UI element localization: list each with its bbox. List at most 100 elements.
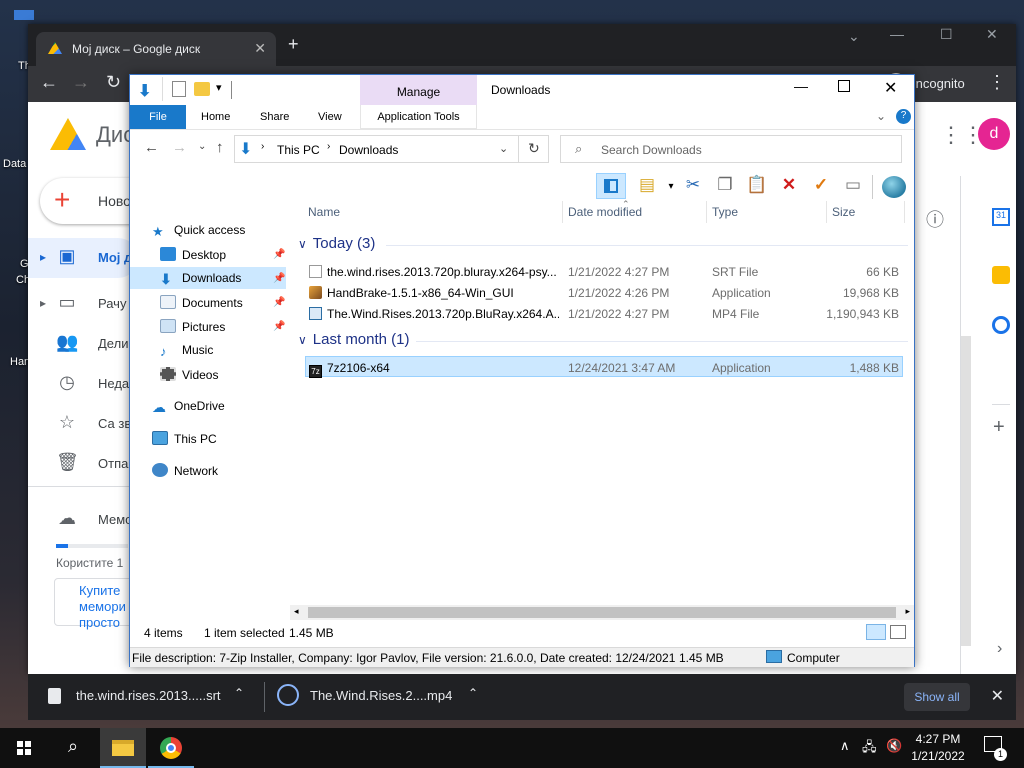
pin-icon[interactable]: 📌 — [273, 273, 285, 284]
nav-trash[interactable]: 🗑 Отпа — [28, 446, 138, 482]
nav-network[interactable]: Network — [152, 459, 218, 481]
column-header-name[interactable]: Name — [308, 201, 340, 223]
tray-chevron-icon[interactable]: ∧ — [840, 738, 850, 754]
close-downloads-bar-icon[interactable]: ✕ — [991, 686, 1004, 706]
calendar-icon[interactable]: 31 — [992, 208, 1010, 226]
tab-close-icon[interactable]: ✕ — [254, 40, 266, 57]
ribbon-expand-icon[interactable]: ⌄ — [876, 109, 886, 123]
breadcrumb-this-pc[interactable]: This PC — [277, 143, 320, 157]
nav-up-icon[interactable]: ↑ — [216, 139, 224, 156]
show-all-button[interactable]: Show all — [904, 683, 970, 711]
keep-icon[interactable] — [992, 266, 1010, 284]
nav-shared[interactable]: 👥 Дели — [28, 326, 138, 362]
paste-icon[interactable]: 📋 — [744, 175, 770, 199]
recent-locations-icon[interactable]: ⌄ — [198, 141, 206, 152]
download-item-mp4[interactable]: The.Wind.Rises.2....mp4 ⌃ — [265, 674, 501, 720]
search-input[interactable]: ⌕ Search Downloads — [560, 135, 902, 163]
refresh-icon[interactable]: ↻ — [528, 140, 540, 157]
preview-pane-button[interactable] — [596, 173, 626, 199]
nav-documents[interactable]: Documents — [160, 291, 243, 313]
start-button[interactable] — [0, 728, 46, 768]
tab-search-icon[interactable]: ⌄ — [848, 28, 860, 45]
nav-music[interactable]: ♪ Music — [160, 339, 213, 361]
pin-icon[interactable]: 📌 — [273, 249, 285, 260]
cut-icon[interactable]: ✂ — [680, 175, 706, 199]
ribbon-tab-view[interactable]: View — [318, 105, 342, 129]
nav-videos[interactable]: Videos — [160, 363, 218, 385]
taskbar-chrome[interactable] — [148, 728, 194, 768]
details-view-icon[interactable] — [866, 624, 886, 640]
ribbon-tab-share[interactable]: Share — [260, 105, 289, 129]
new-tab-button[interactable]: + — [288, 34, 299, 55]
rename-icon[interactable]: ▭ — [840, 175, 866, 199]
desktop-folder-icon[interactable] — [14, 10, 34, 20]
nav-storage[interactable]: ☁ Мемо — [28, 502, 138, 538]
back-icon[interactable]: ← — [40, 72, 58, 93]
qat-dropdown-icon[interactable]: ▾ — [216, 81, 222, 94]
ribbon-tab-file[interactable]: File — [130, 105, 186, 129]
explorer-close-icon[interactable]: ✕ — [884, 78, 897, 98]
pin-icon[interactable]: 📌 — [273, 321, 285, 332]
maximize-icon[interactable]: ☐ — [940, 26, 953, 43]
scrollbar-thumb[interactable] — [308, 607, 896, 618]
column-separator[interactable] — [706, 201, 707, 223]
explorer-minimize-icon[interactable]: — — [794, 78, 808, 94]
avatar[interactable]: d — [978, 118, 1010, 150]
minimize-icon[interactable]: — — [890, 26, 904, 42]
nav-desktop[interactable]: Desktop — [160, 243, 226, 265]
download-item-srt[interactable]: the.wind.rises.2013.....srt ⌃ — [28, 674, 264, 720]
pin-icon[interactable]: 📌 — [273, 297, 285, 308]
file-row[interactable]: The.Wind.Rises.2013.720p.BluRay.x264.A..… — [305, 303, 903, 324]
taskbar-file-explorer[interactable] — [100, 728, 146, 768]
forward-icon[interactable]: → — [72, 72, 90, 93]
delete-icon[interactable]: ✕ — [776, 175, 802, 199]
file-row-selected[interactable]: 7z 7z2106-x64 12/24/2021 3:47 AM Applicat… — [305, 356, 903, 378]
copy-icon[interactable]: ❐ — [712, 175, 738, 199]
search-icon[interactable]: ⌕ — [50, 728, 96, 768]
info-icon[interactable]: ⓘ — [926, 206, 944, 232]
column-header-size[interactable]: Size — [832, 201, 855, 223]
large-icons-view-icon[interactable] — [890, 625, 906, 639]
group-header-last-month[interactable]: ∨ Last month (1) — [298, 331, 410, 348]
page-scrollbar[interactable] — [961, 336, 971, 646]
buy-storage-button[interactable]: Купите мемори просто — [54, 578, 134, 630]
nav-back-icon[interactable]: ← — [144, 139, 159, 156]
scroll-left-icon[interactable]: ◂ — [294, 606, 299, 617]
checkmark-icon[interactable]: ✓ — [808, 175, 834, 199]
chrome-menu-icon[interactable]: ⋮ — [988, 72, 1006, 93]
nav-this-pc[interactable]: This PC — [152, 427, 217, 449]
column-header-date[interactable]: Date modified — [568, 201, 642, 223]
address-dropdown-icon[interactable]: ⌄ — [499, 142, 508, 155]
breadcrumb-downloads[interactable]: Downloads — [339, 143, 398, 157]
quick-access-download-icon[interactable]: ⬇ — [138, 81, 151, 101]
horizontal-scrollbar[interactable]: ◂ ▸ — [290, 605, 914, 620]
properties-icon[interactable] — [172, 81, 186, 97]
nav-my-drive[interactable]: ▸ ▣ Мој д — [28, 238, 138, 278]
volume-muted-icon[interactable]: 🔇 — [886, 738, 902, 754]
nav-downloads[interactable]: ⬇ Downloads — [130, 267, 286, 289]
ribbon-tab-home[interactable]: Home — [201, 105, 230, 129]
file-row[interactable]: the.wind.rises.2013.720p.bluray.x264-psy… — [305, 261, 903, 282]
explorer-maximize-icon[interactable] — [838, 80, 850, 92]
nav-computers[interactable]: ▸ ▭ Рачу — [28, 286, 138, 322]
help-icon[interactable]: ? — [896, 109, 911, 124]
clock-date[interactable]: 1/21/2022 — [906, 749, 970, 763]
column-separator[interactable] — [904, 201, 905, 223]
tasks-icon[interactable] — [992, 316, 1010, 334]
chrome-tab-drive[interactable]: Мој диск – Google диск ✕ — [36, 32, 276, 66]
nav-recent[interactable]: ◷ Неда — [28, 366, 138, 402]
file-row[interactable]: HandBrake-1.5.1-x86_64-Win_GUI 1/21/2022… — [305, 282, 903, 303]
group-header-today[interactable]: ∨ Today (3) — [298, 235, 375, 252]
reload-icon[interactable]: ↻ — [106, 72, 121, 93]
address-bar[interactable]: ⬇ › This PC › Downloads ⌄ ↻ — [234, 135, 549, 163]
download-options-icon[interactable]: ⌃ — [468, 686, 478, 700]
ribbon-tab-application-tools[interactable]: Application Tools — [360, 105, 477, 129]
scroll-right-icon[interactable]: ▸ — [905, 606, 910, 617]
new-item-icon[interactable]: ▤ — [634, 175, 660, 199]
column-header-type[interactable]: Type — [712, 201, 738, 223]
download-options-icon[interactable]: ⌃ — [234, 686, 244, 700]
nav-onedrive[interactable]: ☁ OneDrive — [152, 395, 225, 417]
nav-quick-access[interactable]: ★ Quick access — [152, 219, 245, 241]
nav-starred[interactable]: ☆ Са зв — [28, 406, 138, 442]
globe-icon[interactable] — [882, 176, 906, 198]
